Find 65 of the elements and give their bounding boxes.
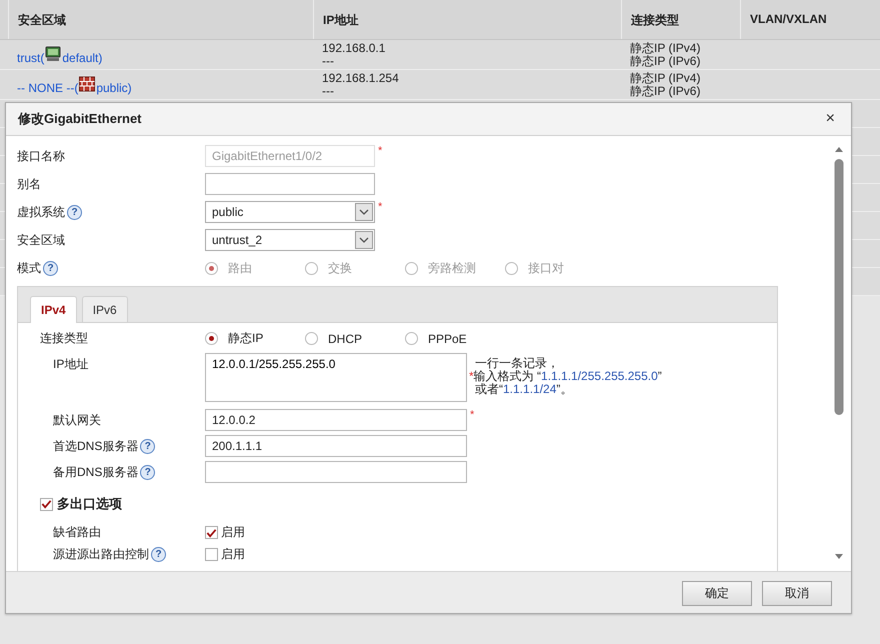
field-label: 别名 [17,176,41,193]
hint-text: 一行一条记录， *输入格式为 “1.1.1.1/255.255.255.0” 或者“1.1.1.1/24”。 [469,355,662,396]
field-label: 源进源出路由控制 [53,546,149,563]
brick-wall-icon [79,76,96,92]
ip-address: --- [322,54,334,68]
required-mark: * [378,201,382,213]
checkmark-icon [41,499,52,509]
section-title: 多出口选项 [57,495,122,513]
radio-button[interactable] [205,332,218,345]
zone-link[interactable]: trust( default) [17,50,102,64]
help-icon[interactable]: ? [67,205,82,220]
column-header: IP地址 [313,0,621,39]
caret-icon [355,231,373,249]
checkmark-icon [206,528,217,538]
help-icon[interactable]: ? [140,465,156,480]
field-label: 缺省路由 [53,524,101,541]
field-label: IP地址 [53,356,88,373]
checkbox[interactable] [205,548,218,561]
radio-button[interactable] [305,332,318,345]
checkbox-label: 启用 [221,524,245,541]
radio-option[interactable]: 静态IP [205,330,305,347]
column-header: 连接类型 [621,0,740,39]
text-field[interactable]: 200.1.1.1 [205,435,467,457]
dialog-title: 修改GigabitEthernet [18,110,142,128]
field-label: 默认网关 [53,412,101,429]
tab[interactable]: IPv4 [30,296,77,323]
radio-option[interactable]: DHCP [305,330,405,347]
text-field[interactable] [205,173,375,195]
field-label: 连接类型 [40,330,88,347]
dropdown[interactable]: untrust_2 [205,229,375,251]
radio-option[interactable]: PPPoE [405,330,505,347]
field-label: 模式 [17,260,41,277]
text-field[interactable]: 12.0.0.2 [205,409,467,431]
text-field[interactable] [205,461,467,483]
caret-icon [355,203,373,221]
zone-link[interactable]: -- NONE --( public) [17,80,132,94]
required-mark: * [378,145,382,157]
help-icon[interactable]: ? [140,439,156,454]
dialog-button[interactable]: 确定 [682,581,752,606]
dialog-button[interactable]: 取消 [762,581,832,606]
column-header: VLAN/VXLAN [740,0,870,39]
field-label: 首选DNS服务器 [53,438,138,455]
field-label: 备用DNS服务器 [53,464,138,481]
monitor-icon [45,46,62,62]
column-header: 安全区域 [8,0,313,39]
field-label: 安全区域 [17,232,65,249]
checkbox[interactable] [205,526,218,539]
connection-type: 静态IP (IPv4) [630,42,700,54]
radio-button[interactable] [405,332,418,345]
ip-address: 192.168.0.1 [322,42,386,54]
tab[interactable]: IPv6 [82,296,128,322]
ip-address: --- [322,84,334,98]
connection-type: 静态IP (IPv6) [630,54,700,68]
field-label: 接口名称 [17,148,65,165]
field-label: 虚拟系统 [17,204,65,221]
required-mark: * [470,409,474,421]
connection-type: 静态IP (IPv6) [630,84,700,98]
text-area[interactable]: 12.0.0.1/255.255.255.0 [205,353,467,402]
close-button[interactable]: × [822,110,839,128]
checkbox[interactable] [40,498,53,510]
checkbox-label: 启用 [221,546,245,563]
help-icon[interactable]: ? [151,547,166,562]
dropdown[interactable]: public [205,201,375,223]
connection-type: 静态IP (IPv4) [630,72,700,84]
ip-address: 192.168.1.254 [322,72,399,84]
